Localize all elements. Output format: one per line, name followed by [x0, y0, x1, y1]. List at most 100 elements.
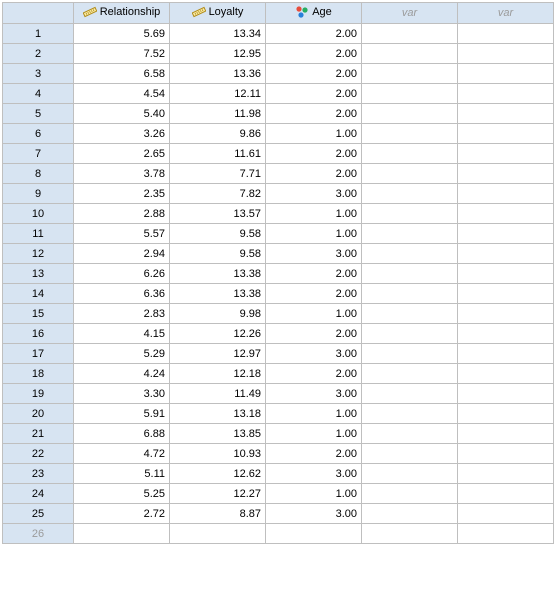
empty-cell[interactable] — [458, 344, 553, 363]
empty-cell[interactable] — [458, 404, 553, 423]
data-cell[interactable]: 3.26 — [74, 124, 169, 143]
data-cell[interactable]: 12.11 — [170, 84, 265, 103]
row-header[interactable]: 10 — [3, 204, 73, 223]
empty-cell[interactable] — [170, 524, 265, 543]
empty-cell[interactable] — [362, 204, 457, 223]
data-cell[interactable]: 1.00 — [266, 204, 361, 223]
data-cell[interactable]: 9.58 — [170, 244, 265, 263]
data-cell[interactable]: 8.87 — [170, 504, 265, 523]
data-cell[interactable]: 9.58 — [170, 224, 265, 243]
row-header[interactable]: 19 — [3, 384, 73, 403]
empty-cell[interactable] — [362, 44, 457, 63]
empty-cell[interactable] — [458, 504, 553, 523]
row-header[interactable]: 5 — [3, 104, 73, 123]
empty-cell[interactable] — [458, 204, 553, 223]
data-cell[interactable]: 3.00 — [266, 184, 361, 203]
column-header-loyalty[interactable]: Loyalty — [170, 3, 265, 23]
data-cell[interactable]: 12.62 — [170, 464, 265, 483]
data-cell[interactable]: 2.65 — [74, 144, 169, 163]
data-cell[interactable]: 3.00 — [266, 464, 361, 483]
row-header[interactable]: 2 — [3, 44, 73, 63]
data-cell[interactable]: 1.00 — [266, 484, 361, 503]
empty-cell[interactable] — [458, 524, 553, 543]
empty-cell[interactable] — [458, 144, 553, 163]
empty-cell[interactable] — [74, 524, 169, 543]
data-cell[interactable]: 12.27 — [170, 484, 265, 503]
data-cell[interactable]: 3.00 — [266, 244, 361, 263]
empty-cell[interactable] — [362, 184, 457, 203]
data-cell[interactable]: 9.86 — [170, 124, 265, 143]
empty-cell[interactable] — [362, 64, 457, 83]
data-cell[interactable]: 2.00 — [266, 164, 361, 183]
data-cell[interactable]: 2.00 — [266, 104, 361, 123]
data-cell[interactable]: 2.00 — [266, 24, 361, 43]
data-cell[interactable]: 13.18 — [170, 404, 265, 423]
row-header[interactable]: 18 — [3, 364, 73, 383]
data-cell[interactable]: 2.00 — [266, 444, 361, 463]
empty-cell[interactable] — [458, 464, 553, 483]
data-cell[interactable]: 4.15 — [74, 324, 169, 343]
data-cell[interactable]: 11.49 — [170, 384, 265, 403]
empty-cell[interactable] — [362, 104, 457, 123]
row-header[interactable]: 12 — [3, 244, 73, 263]
data-cell[interactable]: 1.00 — [266, 124, 361, 143]
data-grid[interactable]: Relationship Loyalty — [0, 0, 556, 546]
data-cell[interactable]: 1.00 — [266, 404, 361, 423]
empty-cell[interactable] — [362, 124, 457, 143]
data-cell[interactable]: 2.88 — [74, 204, 169, 223]
row-header[interactable]: 4 — [3, 84, 73, 103]
empty-cell[interactable] — [362, 164, 457, 183]
empty-cell[interactable] — [266, 524, 361, 543]
empty-cell[interactable] — [362, 464, 457, 483]
data-cell[interactable]: 2.72 — [74, 504, 169, 523]
data-cell[interactable]: 2.00 — [266, 64, 361, 83]
empty-cell[interactable] — [458, 384, 553, 403]
data-cell[interactable]: 13.57 — [170, 204, 265, 223]
data-cell[interactable]: 6.88 — [74, 424, 169, 443]
data-cell[interactable]: 1.00 — [266, 424, 361, 443]
data-cell[interactable]: 2.00 — [266, 44, 361, 63]
empty-cell[interactable] — [362, 224, 457, 243]
empty-cell[interactable] — [362, 484, 457, 503]
data-cell[interactable]: 2.00 — [266, 84, 361, 103]
data-cell[interactable]: 13.85 — [170, 424, 265, 443]
column-header-age[interactable]: Age — [266, 3, 361, 23]
data-cell[interactable]: 9.98 — [170, 304, 265, 323]
data-cell[interactable]: 13.38 — [170, 284, 265, 303]
empty-cell[interactable] — [362, 84, 457, 103]
data-cell[interactable]: 3.00 — [266, 504, 361, 523]
data-cell[interactable]: 3.00 — [266, 384, 361, 403]
empty-cell[interactable] — [458, 484, 553, 503]
empty-cell[interactable] — [362, 244, 457, 263]
row-header[interactable]: 17 — [3, 344, 73, 363]
row-header[interactable]: 20 — [3, 404, 73, 423]
empty-cell[interactable] — [458, 164, 553, 183]
data-cell[interactable]: 3.78 — [74, 164, 169, 183]
empty-cell[interactable] — [362, 304, 457, 323]
empty-cell[interactable] — [458, 64, 553, 83]
row-header[interactable]: 7 — [3, 144, 73, 163]
data-cell[interactable]: 5.29 — [74, 344, 169, 363]
empty-cell[interactable] — [458, 224, 553, 243]
empty-cell[interactable] — [458, 444, 553, 463]
data-cell[interactable]: 10.93 — [170, 444, 265, 463]
data-cell[interactable]: 5.69 — [74, 24, 169, 43]
empty-cell[interactable] — [458, 44, 553, 63]
empty-cell[interactable] — [362, 384, 457, 403]
data-cell[interactable]: 5.11 — [74, 464, 169, 483]
data-table[interactable]: Relationship Loyalty — [2, 2, 554, 544]
empty-cell[interactable] — [362, 404, 457, 423]
empty-cell[interactable] — [362, 264, 457, 283]
row-header[interactable]: 16 — [3, 324, 73, 343]
row-header[interactable]: 11 — [3, 224, 73, 243]
empty-cell[interactable] — [458, 364, 553, 383]
data-cell[interactable]: 5.40 — [74, 104, 169, 123]
empty-cell[interactable] — [362, 144, 457, 163]
data-cell[interactable]: 7.82 — [170, 184, 265, 203]
empty-cell[interactable] — [362, 364, 457, 383]
row-header[interactable]: 13 — [3, 264, 73, 283]
data-cell[interactable]: 1.00 — [266, 224, 361, 243]
data-cell[interactable]: 2.00 — [266, 324, 361, 343]
data-cell[interactable]: 5.91 — [74, 404, 169, 423]
empty-cell[interactable] — [362, 324, 457, 343]
